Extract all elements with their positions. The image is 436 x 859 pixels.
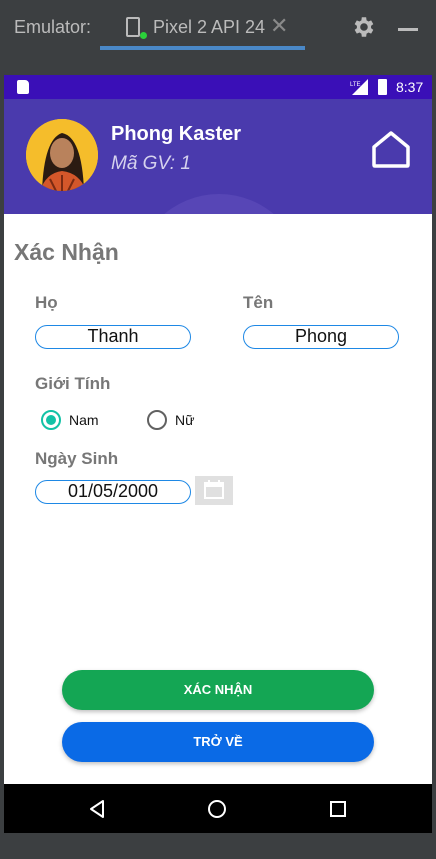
status-bar: LTE 8:37 <box>4 75 432 99</box>
battery-icon <box>378 79 387 95</box>
gender-female-label: Nữ <box>175 412 195 428</box>
user-name: Phong Kaster <box>111 123 242 145</box>
sd-card-icon <box>17 80 29 94</box>
square-recents-icon[interactable] <box>329 800 347 818</box>
gender-label: Giới Tính <box>35 374 111 393</box>
birthdate-label: Ngày Sinh <box>35 449 119 468</box>
triangle-back-icon[interactable] <box>88 799 106 819</box>
first-name-field[interactable]: Phong <box>243 325 399 349</box>
active-tab-indicator <box>100 46 305 50</box>
confirm-button[interactable]: XÁC NHẬN <box>62 670 374 710</box>
gender-male-label: Nam <box>69 412 99 428</box>
avatar <box>26 119 98 191</box>
back-button[interactable]: TRỞ VỀ <box>62 722 374 762</box>
emulator-label: Emulator: <box>14 17 92 37</box>
svg-text:LTE: LTE <box>350 82 361 88</box>
device-tab-label: Pixel 2 API 24 <box>153 17 266 37</box>
calendar-icon <box>204 480 224 499</box>
phone-screen: LTE 8:37 Phong Kaster Mã GV: 1 Xác Nhận … <box>4 75 432 833</box>
device-tab[interactable]: Pixel 2 API 24 ✕ <box>100 0 305 50</box>
last-name-label: Họ <box>35 293 58 312</box>
gender-male-radio[interactable] <box>41 410 61 430</box>
first-name-label: Tên <box>243 293 274 312</box>
circle-home-icon[interactable] <box>207 799 227 819</box>
emulator-toolbar: Emulator: Pixel 2 API 24 ✕ <box>0 0 436 50</box>
status-time: 8:37 <box>396 79 424 95</box>
birthdate-field[interactable]: 01/05/2000 <box>35 480 191 504</box>
page-title: Xác Nhận <box>14 239 119 265</box>
teacher-id: Mã GV: 1 <box>111 153 191 174</box>
gear-icon[interactable] <box>350 14 376 40</box>
last-name-field[interactable]: Thanh <box>35 325 191 349</box>
phone-icon <box>126 17 140 37</box>
close-icon[interactable]: ✕ <box>270 13 288 39</box>
lte-signal-icon: LTE <box>350 79 368 95</box>
minimize-icon[interactable] <box>398 28 418 31</box>
android-nav-bar <box>4 784 432 833</box>
home-icon[interactable] <box>370 129 412 169</box>
device-running-indicator <box>140 32 147 39</box>
header-decoration <box>134 194 304 214</box>
calendar-button[interactable] <box>195 476 233 505</box>
profile-header: Phong Kaster Mã GV: 1 <box>4 99 432 214</box>
gender-female-radio[interactable] <box>147 410 167 430</box>
